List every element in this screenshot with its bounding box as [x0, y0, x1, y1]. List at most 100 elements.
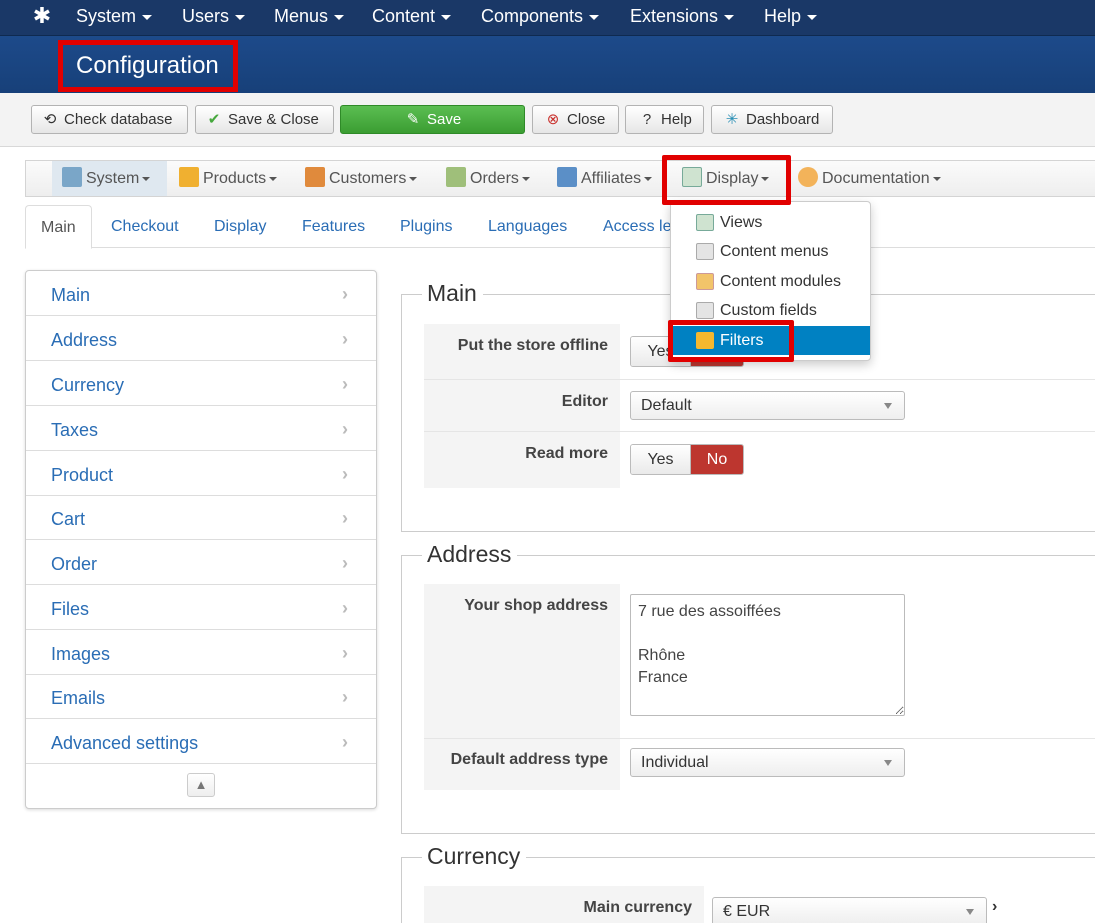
joomla-logo-icon[interactable]: ✱: [31, 4, 53, 28]
fieldset-address: Address Your shop address 7 rue des asso…: [401, 539, 1095, 834]
editor-select[interactable]: Default: [630, 391, 905, 420]
sidebar-item-label: Main: [51, 285, 91, 305]
caret-down-icon: [724, 14, 735, 20]
sidebar-item-label: Order: [51, 554, 98, 574]
sidebar-item-address[interactable]: Address ›: [26, 316, 376, 361]
check-database-button[interactable]: ⟲ Check database: [31, 105, 188, 134]
sidebar-item-taxes[interactable]: Taxes ›: [26, 406, 376, 451]
main-currency-select[interactable]: € EUR: [712, 897, 987, 923]
select-arrow-icon: [966, 909, 974, 915]
topnav-menus[interactable]: Menus: [274, 0, 345, 36]
read-more-no[interactable]: No: [691, 445, 743, 474]
chevron-right-icon: ›: [342, 329, 348, 349]
tab-languages[interactable]: Languages: [473, 205, 582, 248]
store-offline-label: Put the store offline: [424, 324, 620, 379]
caret-down-icon: [235, 14, 246, 20]
chevron-right-icon: ›: [342, 419, 348, 439]
content-modules-icon: [696, 273, 714, 290]
submenu-orders[interactable]: Orders: [446, 161, 530, 196]
default-address-type-select[interactable]: Individual: [630, 748, 905, 777]
chevron-right-icon[interactable]: ›: [992, 898, 997, 916]
dropdown-item-content-menus[interactable]: Content menus: [671, 237, 870, 266]
tab-features[interactable]: Features: [287, 205, 380, 248]
topnav-extensions-label: Extensions: [630, 6, 719, 26]
chevron-right-icon: ›: [342, 464, 348, 484]
views-icon: [696, 214, 714, 231]
help-label: Help: [661, 111, 692, 128]
shop-address-textarea[interactable]: 7 rue des assoiffées Rhône France: [630, 594, 905, 716]
sidebar-item-label: Product: [51, 465, 114, 485]
sidebar-item-images[interactable]: Images ›: [26, 630, 376, 675]
help-circle-icon: ?: [642, 111, 652, 128]
caret-down-icon: [441, 14, 452, 20]
topnav-help[interactable]: Help: [764, 0, 818, 36]
select-arrow-icon: [884, 760, 892, 766]
help-button[interactable]: ? Help: [625, 105, 704, 134]
topnav-extensions[interactable]: Extensions: [630, 0, 735, 36]
save-button[interactable]: ✎ Save: [340, 105, 525, 134]
tab-main[interactable]: Main: [25, 205, 92, 249]
dropdown-item-views[interactable]: Views: [671, 208, 870, 237]
chevron-right-icon: ›: [342, 284, 348, 304]
dashboard-label: Dashboard: [746, 111, 820, 128]
main-currency-value: € EUR: [723, 903, 771, 920]
tab-checkout[interactable]: Checkout: [96, 205, 194, 248]
chevron-right-icon: ›: [342, 643, 348, 663]
topnav-users[interactable]: Users: [182, 0, 246, 36]
sidebar-item-label: Currency: [51, 375, 125, 395]
collapse-up-icon[interactable]: ▲: [187, 773, 215, 797]
dropdown-item-content-modules[interactable]: Content modules: [671, 267, 870, 296]
save-close-button[interactable]: ✔ Save & Close: [195, 105, 334, 134]
documentation-icon: [798, 167, 818, 187]
submenu-orders-label: Orders: [470, 170, 519, 187]
sidebar-item-label: Address: [51, 330, 118, 350]
main-currency-label: Main currency: [424, 886, 704, 923]
topnav-components[interactable]: Components: [481, 0, 600, 36]
sidebar-item-emails[interactable]: Emails ›: [26, 674, 376, 719]
save-close-label: Save & Close: [228, 111, 319, 128]
sidebar-item-cart[interactable]: Cart ›: [26, 495, 376, 540]
edit-icon: ✎: [406, 111, 420, 128]
orders-icon: [446, 167, 466, 187]
caret-down-icon: [142, 176, 151, 181]
custom-fields-icon: [696, 302, 714, 319]
close-button[interactable]: ⊗ Close: [532, 105, 619, 134]
caret-down-icon: [142, 14, 153, 20]
read-more-yes[interactable]: Yes: [631, 445, 691, 474]
sidebar-item-order[interactable]: Order ›: [26, 540, 376, 585]
customers-icon: [305, 167, 325, 187]
page-title: Configuration: [58, 40, 238, 92]
topnav-menus-label: Menus: [274, 6, 329, 26]
submenu-affiliates[interactable]: Affiliates: [557, 161, 653, 196]
dashboard-button[interactable]: ✳ Dashboard: [711, 105, 833, 134]
submenu-products[interactable]: Products: [179, 161, 278, 196]
row-editor: Editor Default: [424, 380, 1095, 432]
dropdown-item-label: Content modules: [720, 273, 841, 290]
caret-down-icon: [521, 176, 530, 181]
topnav-content[interactable]: Content: [372, 0, 452, 36]
highlight-display-menu: [662, 155, 791, 205]
chevron-right-icon: ›: [342, 732, 348, 752]
admin-top-nav: ✱ System Users Menus Content Components …: [0, 0, 1095, 36]
sidebar-item-advanced-settings[interactable]: Advanced settings ›: [26, 719, 376, 764]
sidebar-item-currency[interactable]: Currency ›: [26, 361, 376, 406]
submenu-system[interactable]: System: [52, 161, 167, 196]
read-more-toggle[interactable]: Yes No: [630, 444, 744, 475]
submenu-customers[interactable]: Customers: [305, 161, 418, 196]
default-address-type-value: Individual: [641, 754, 709, 771]
tab-plugins[interactable]: Plugins: [385, 205, 467, 248]
tab-display[interactable]: Display: [199, 205, 281, 248]
submenu-documentation-label: Documentation: [822, 170, 930, 187]
default-address-type-label: Default address type: [424, 739, 620, 790]
sidebar-item-files[interactable]: Files ›: [26, 585, 376, 630]
sidebar-item-product[interactable]: Product ›: [26, 451, 376, 496]
topnav-help-label: Help: [764, 6, 802, 26]
topnav-system[interactable]: System: [76, 0, 153, 36]
fieldset-address-legend: Address: [422, 539, 518, 569]
check-database-icon: ⟲: [43, 111, 57, 128]
check-database-label: Check database: [64, 111, 173, 128]
sidebar-item-main[interactable]: Main ›: [26, 271, 376, 316]
affiliates-icon: [557, 167, 577, 187]
content-menus-icon: [696, 243, 714, 260]
submenu-documentation[interactable]: Documentation: [798, 161, 941, 196]
